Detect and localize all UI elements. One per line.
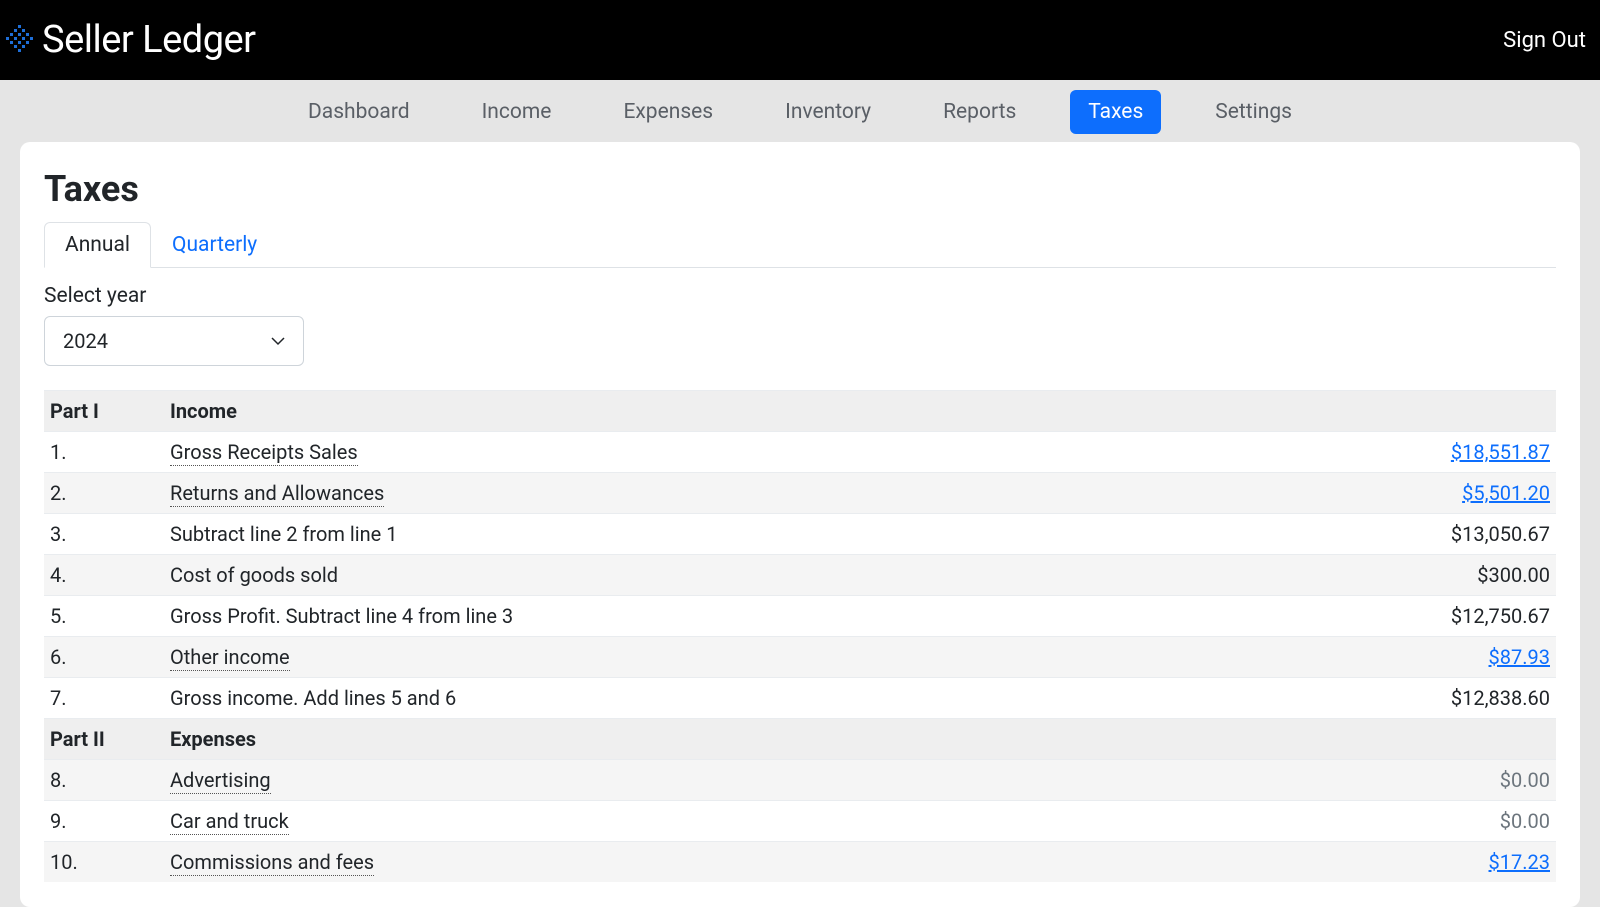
table-row: 9.Car and truck $0.00	[44, 801, 1556, 842]
table-row: 4.Cost of goods sold $300.00	[44, 555, 1556, 596]
row-amount[interactable]: $17.23	[1489, 850, 1550, 874]
row-amount[interactable]: $87.93	[1489, 645, 1550, 669]
table-row: 1.Gross Receipts Sales $18,551.87	[44, 432, 1556, 473]
table-row: 6.Other income $87.93	[44, 637, 1556, 678]
row-amount: $300.00	[1477, 563, 1550, 587]
table-row: 7.Gross income. Add lines 5 and 6 $12,838…	[44, 678, 1556, 719]
section-heading: Expenses	[164, 719, 1356, 760]
year-select-value: 2024	[63, 329, 108, 353]
section-header: Part IIExpenses	[44, 719, 1556, 760]
row-desc: Cost of goods sold	[170, 563, 338, 587]
section-heading: Income	[164, 391, 1356, 432]
brand-title: Seller Ledger	[42, 18, 256, 62]
row-desc[interactable]: Gross Receipts Sales	[170, 440, 358, 466]
section-part: Part II	[44, 719, 164, 760]
nav-inventory[interactable]: Inventory	[767, 90, 889, 134]
row-number: 3.	[44, 514, 164, 555]
row-amount: $12,750.67	[1451, 604, 1550, 628]
brand-logo-icon	[6, 25, 34, 55]
row-number: 1.	[44, 432, 164, 473]
row-amount: $0.00	[1500, 809, 1550, 833]
row-desc: Subtract line 2 from line 1	[170, 522, 397, 546]
row-desc[interactable]: Other income	[170, 645, 290, 671]
signout-link[interactable]: Sign Out	[1503, 28, 1590, 53]
section-part: Part I	[44, 391, 164, 432]
row-number: 6.	[44, 637, 164, 678]
nav-settings[interactable]: Settings	[1197, 90, 1310, 134]
table-row: 3.Subtract line 2 from line 1 $13,050.67	[44, 514, 1556, 555]
row-desc[interactable]: Car and truck	[170, 809, 289, 835]
row-number: 10.	[44, 842, 164, 883]
page-title: Taxes	[44, 168, 1556, 210]
row-number: 2.	[44, 473, 164, 514]
row-desc[interactable]: Advertising	[170, 768, 271, 794]
row-desc[interactable]: Returns and Allowances	[170, 481, 384, 507]
table-row: 2.Returns and Allowances $5,501.20	[44, 473, 1556, 514]
tax-period-tabs: Annual Quarterly	[44, 222, 1556, 268]
year-label: Select year	[44, 284, 1556, 308]
row-amount: $12,838.60	[1451, 686, 1550, 710]
row-amount[interactable]: $18,551.87	[1451, 440, 1550, 464]
row-number: 8.	[44, 760, 164, 801]
table-row: 5.Gross Profit. Subtract line 4 from lin…	[44, 596, 1556, 637]
tab-quarterly[interactable]: Quarterly	[151, 222, 278, 268]
tab-annual[interactable]: Annual	[44, 222, 151, 268]
nav-expenses[interactable]: Expenses	[605, 90, 731, 134]
row-number: 4.	[44, 555, 164, 596]
section-header: Part IIncome	[44, 391, 1556, 432]
row-number: 9.	[44, 801, 164, 842]
nav-dashboard[interactable]: Dashboard	[290, 90, 428, 134]
table-row: 10.Commissions and fees $17.23	[44, 842, 1556, 883]
nav-taxes[interactable]: Taxes	[1070, 90, 1161, 134]
row-desc[interactable]: Commissions and fees	[170, 850, 374, 876]
content-card: Taxes Annual Quarterly Select year 2024 …	[20, 142, 1580, 907]
nav-income[interactable]: Income	[464, 90, 570, 134]
topbar: Seller Ledger Sign Out	[0, 0, 1600, 80]
main-nav: Dashboard Income Expenses Inventory Repo…	[0, 80, 1600, 142]
row-number: 5.	[44, 596, 164, 637]
nav-reports[interactable]: Reports	[925, 90, 1034, 134]
table-row: 8.Advertising $0.00	[44, 760, 1556, 801]
row-amount: $13,050.67	[1451, 522, 1550, 546]
row-desc: Gross Profit. Subtract line 4 from line …	[170, 604, 513, 628]
tax-table: Part IIncome1.Gross Receipts Sales $18,55…	[44, 390, 1556, 882]
row-amount[interactable]: $5,501.20	[1462, 481, 1550, 505]
row-number: 7.	[44, 678, 164, 719]
brand[interactable]: Seller Ledger	[6, 18, 256, 62]
year-select[interactable]: 2024	[44, 316, 304, 366]
row-amount: $0.00	[1500, 768, 1550, 792]
row-desc: Gross income. Add lines 5 and 6	[170, 686, 456, 710]
